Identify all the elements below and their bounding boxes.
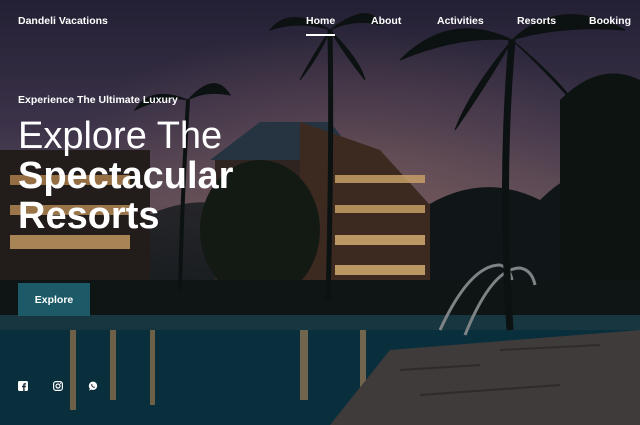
hero-eyebrow: Experience The Ultimate Luxury xyxy=(18,94,178,106)
hero-section: Dandeli Vacations Home About Activities … xyxy=(0,0,640,425)
nav-item-home[interactable]: Home xyxy=(306,15,336,36)
explore-button[interactable]: Explore xyxy=(18,283,90,316)
nav-item-label: Resorts xyxy=(517,15,557,27)
nav-item-activities[interactable]: Activities xyxy=(437,15,484,27)
whatsapp-icon[interactable] xyxy=(88,381,98,391)
nav-item-booking[interactable]: Booking xyxy=(589,15,631,27)
headline-line-3: Resorts xyxy=(18,195,160,237)
brand-logo-text[interactable]: Dandeli Vacations xyxy=(18,15,108,27)
nav-item-label: Booking xyxy=(589,15,631,27)
hero-headline: Explore The Spectacular Resorts xyxy=(18,116,233,236)
nav-item-label: About xyxy=(371,15,402,27)
nav-item-label: Home xyxy=(306,15,336,27)
facebook-icon[interactable] xyxy=(18,381,28,391)
headline-line-2: Spectacular xyxy=(18,155,234,197)
instagram-icon[interactable] xyxy=(53,381,63,391)
nav-item-resorts[interactable]: Resorts xyxy=(517,15,556,27)
active-underline xyxy=(306,34,336,36)
headline-line-1: Explore The xyxy=(18,115,223,157)
nav-item-label: Activities xyxy=(437,15,484,27)
nav-item-about[interactable]: About xyxy=(371,15,401,27)
